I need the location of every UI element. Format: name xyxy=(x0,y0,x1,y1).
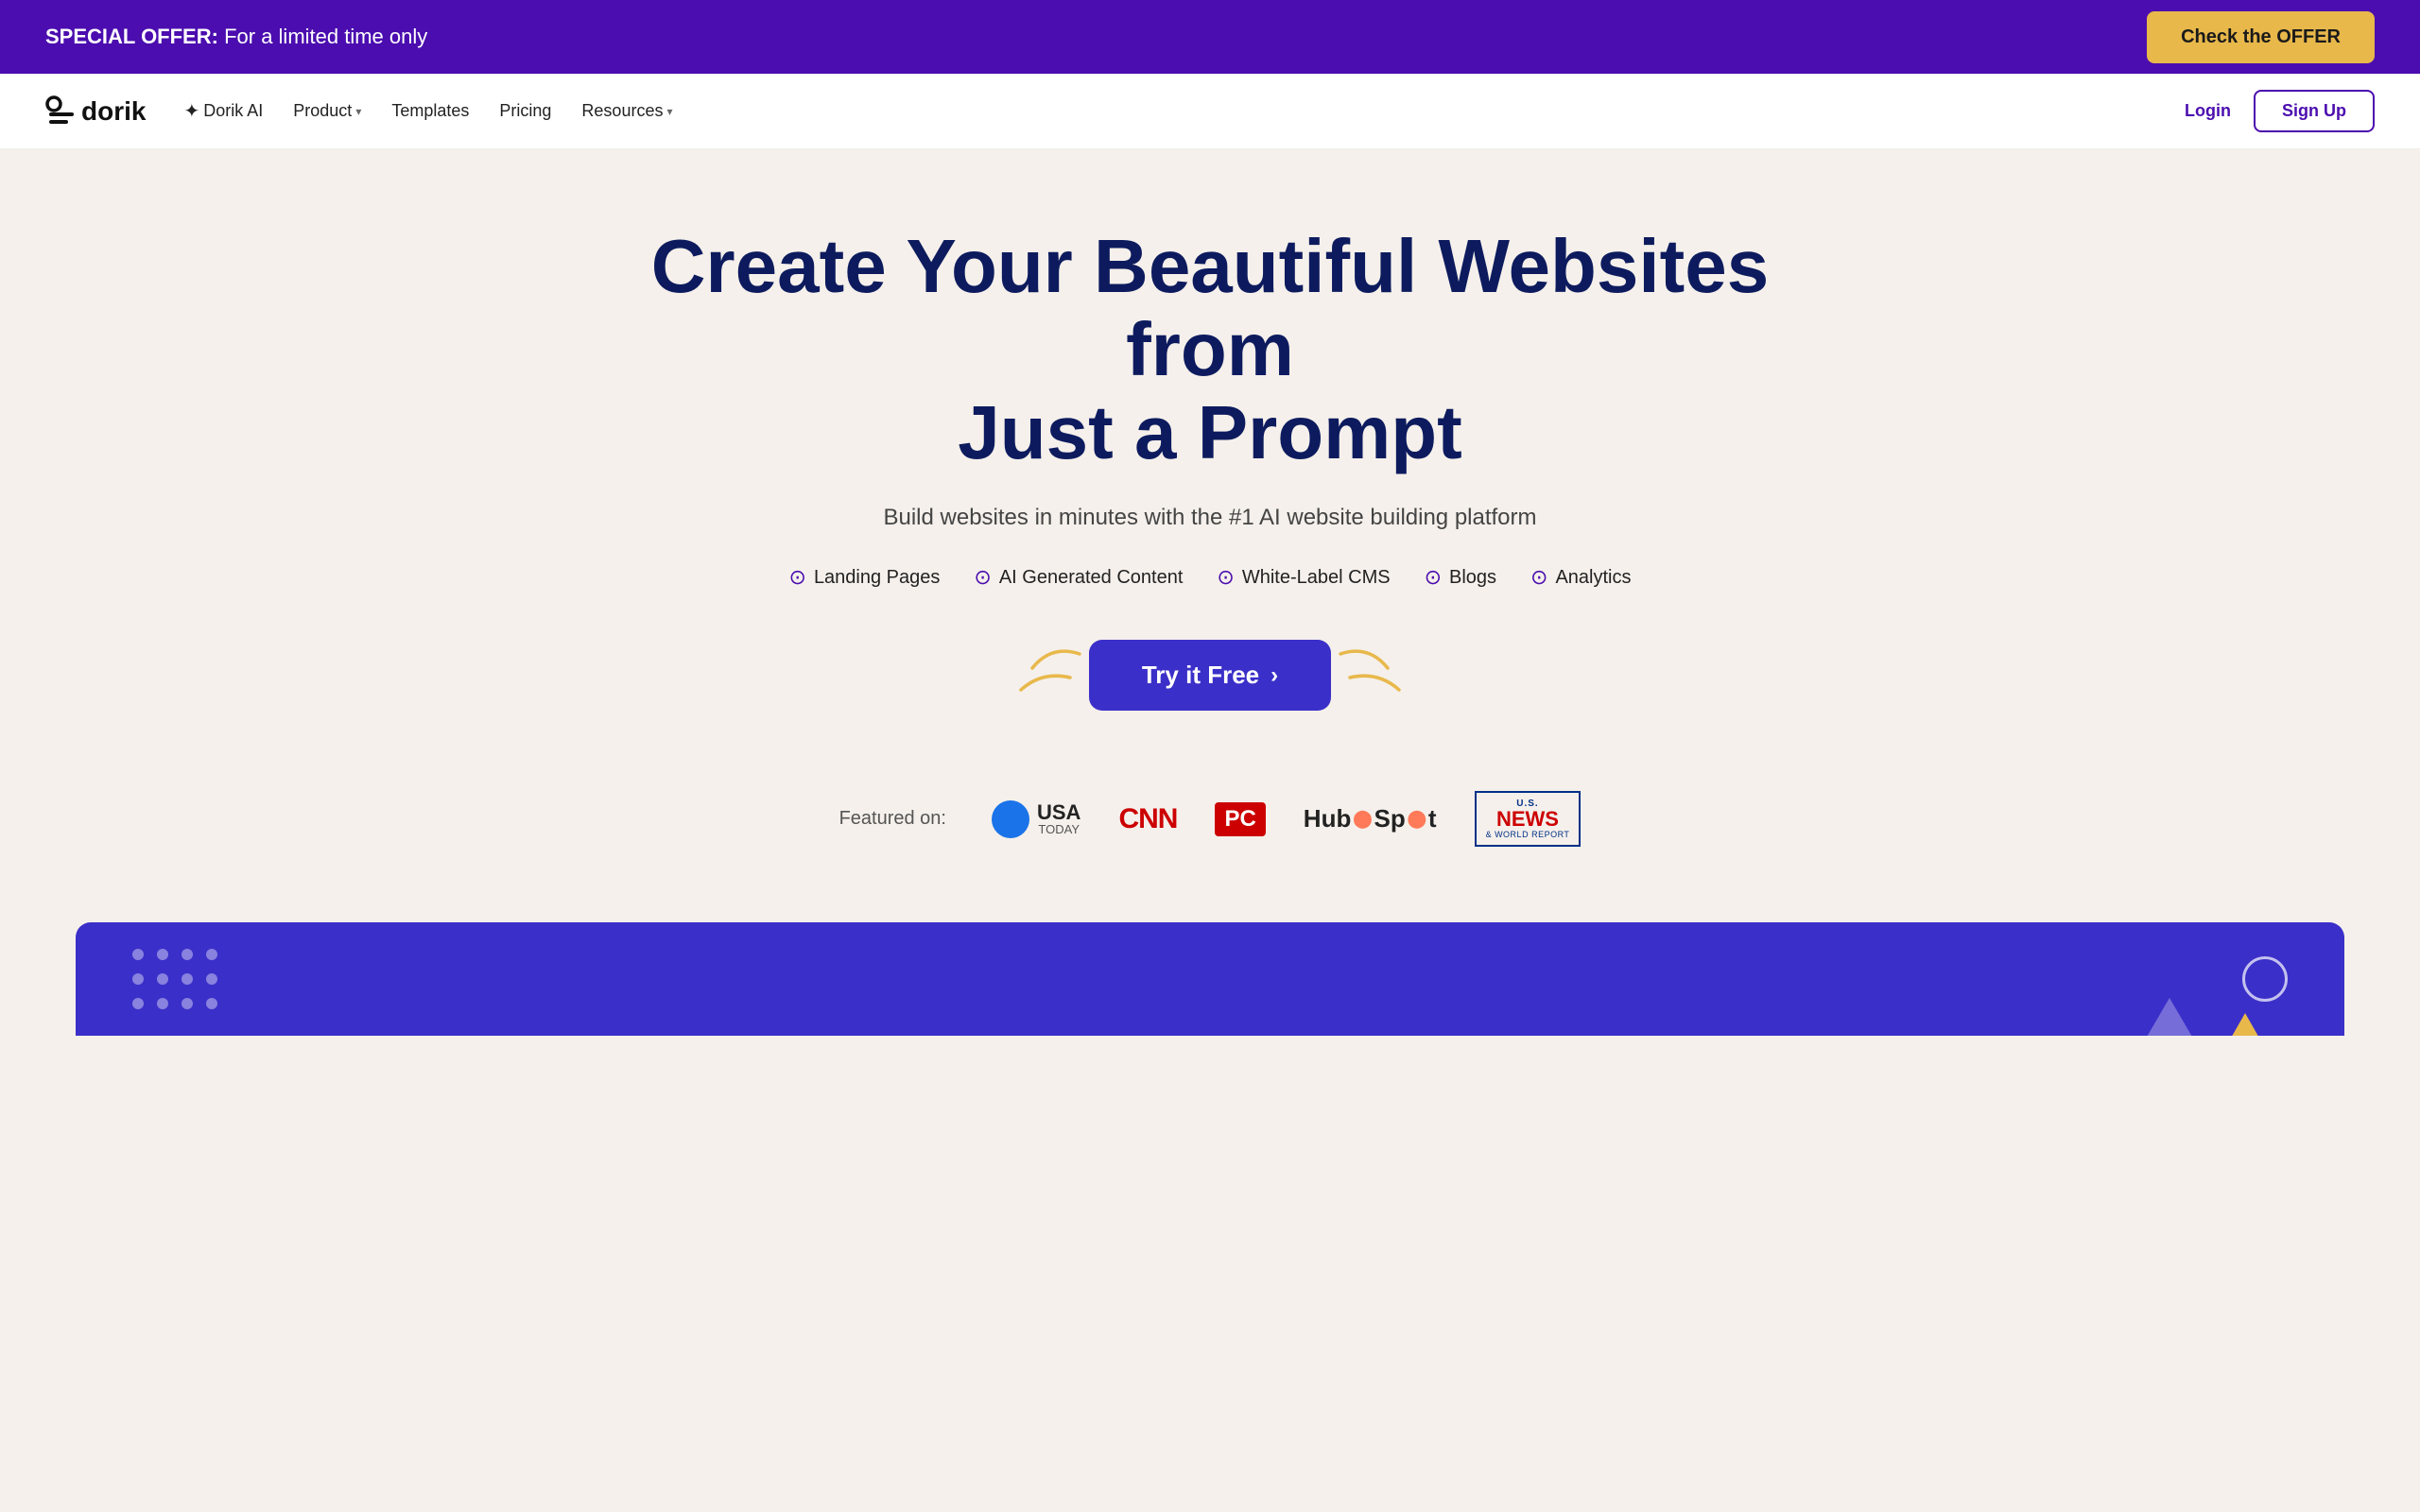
cnn-logo: CNN xyxy=(1118,803,1177,835)
cta-area: Try it Free › xyxy=(45,635,2375,715)
feature-ai-content: ⊙ AI Generated Content xyxy=(974,565,1183,590)
swoosh-right-decoration xyxy=(1322,635,1435,715)
nav-right: Login Sign Up xyxy=(2185,90,2375,132)
logo-text: dorik xyxy=(81,96,146,127)
preview-circle xyxy=(2242,956,2288,1002)
chevron-down-icon-resources: ▾ xyxy=(666,105,672,118)
banner-text: SPECIAL OFFER: For a limited time only xyxy=(45,25,427,49)
featured-label: Featured on: xyxy=(839,808,946,830)
nav-item-pricing[interactable]: Pricing xyxy=(499,101,551,121)
swoosh-left-decoration xyxy=(985,635,1098,715)
pc-mag-logo: PC xyxy=(1215,802,1265,836)
feature-landing-pages: ⊙ Landing Pages xyxy=(789,565,941,590)
preview-shapes xyxy=(2136,998,2269,1036)
check-icon-3: ⊙ xyxy=(1217,565,1234,590)
nav-link-templates: Templates xyxy=(391,101,469,121)
navbar: dorik ✦ Dorik AI Product ▾ Templates xyxy=(0,74,2420,149)
dot-grid xyxy=(132,949,217,1009)
check-icon-4: ⊙ xyxy=(1425,565,1442,590)
usa-dot xyxy=(992,800,1029,838)
usnews-logo: U.S. NEWS & WORLD REPORT xyxy=(1475,791,1582,847)
nav-link-resources: Resources xyxy=(581,101,663,121)
nav-item-templates[interactable]: Templates xyxy=(391,101,469,121)
nav-link-pricing: Pricing xyxy=(499,101,551,121)
check-icon-2: ⊙ xyxy=(974,565,991,590)
signup-button[interactable]: Sign Up xyxy=(2254,90,2375,132)
features-list: ⊙ Landing Pages ⊙ AI Generated Content ⊙… xyxy=(45,565,2375,590)
feature-white-label: ⊙ White-Label CMS xyxy=(1217,565,1390,590)
login-button[interactable]: Login xyxy=(2185,101,2231,121)
nav-left: dorik ✦ Dorik AI Product ▾ Templates xyxy=(45,95,673,128)
feature-analytics: ⊙ Analytics xyxy=(1530,565,1631,590)
chevron-down-icon: ▾ xyxy=(355,105,361,118)
try-btn-label: Try it Free xyxy=(1142,661,1259,690)
usa-today-logo: USA TODAY xyxy=(992,800,1080,838)
promo-banner: SPECIAL OFFER: For a limited time only C… xyxy=(0,0,2420,74)
nav-item-product[interactable]: Product ▾ xyxy=(293,101,361,121)
nav-item-resources[interactable]: Resources ▾ xyxy=(581,101,672,121)
app-preview-bar xyxy=(76,922,2344,1036)
check-icon-1: ⊙ xyxy=(789,565,806,590)
triangle-shape-white xyxy=(2136,998,2203,1036)
check-offer-button[interactable]: Check the OFFER xyxy=(2147,11,2375,63)
nav-item-dorik-ai[interactable]: ✦ Dorik AI xyxy=(183,99,263,123)
triangle-shape-gold xyxy=(2221,1013,2269,1036)
featured-logos: USA TODAY CNN PC Hub⬤Sp⬤t U.S. NEWS & WO… xyxy=(992,791,1581,847)
try-it-free-button[interactable]: Try it Free › xyxy=(1089,640,1331,711)
arrow-icon: › xyxy=(1270,662,1278,689)
logo-icon xyxy=(45,95,78,128)
logo[interactable]: dorik xyxy=(45,95,146,128)
check-icon-5: ⊙ xyxy=(1530,565,1547,590)
hero-title: Create Your Beautiful Websites from Just… xyxy=(596,225,1824,474)
hubspot-logo: Hub⬤Sp⬤t xyxy=(1304,804,1437,833)
nav-link-dorik-ai: Dorik AI xyxy=(203,101,263,121)
feature-blogs: ⊙ Blogs xyxy=(1425,565,1496,590)
hero-subtitle: Build websites in minutes with the #1 AI… xyxy=(45,505,2375,531)
nav-links: ✦ Dorik AI Product ▾ Templates Pricing xyxy=(183,99,672,123)
hero-section: Create Your Beautiful Websites from Just… xyxy=(0,149,2420,922)
featured-section: Featured on: USA TODAY CNN PC Hub⬤Sp⬤t U… xyxy=(45,772,2375,885)
nav-link-product: Product xyxy=(293,101,352,121)
sparkle-icon: ✦ xyxy=(183,99,199,123)
